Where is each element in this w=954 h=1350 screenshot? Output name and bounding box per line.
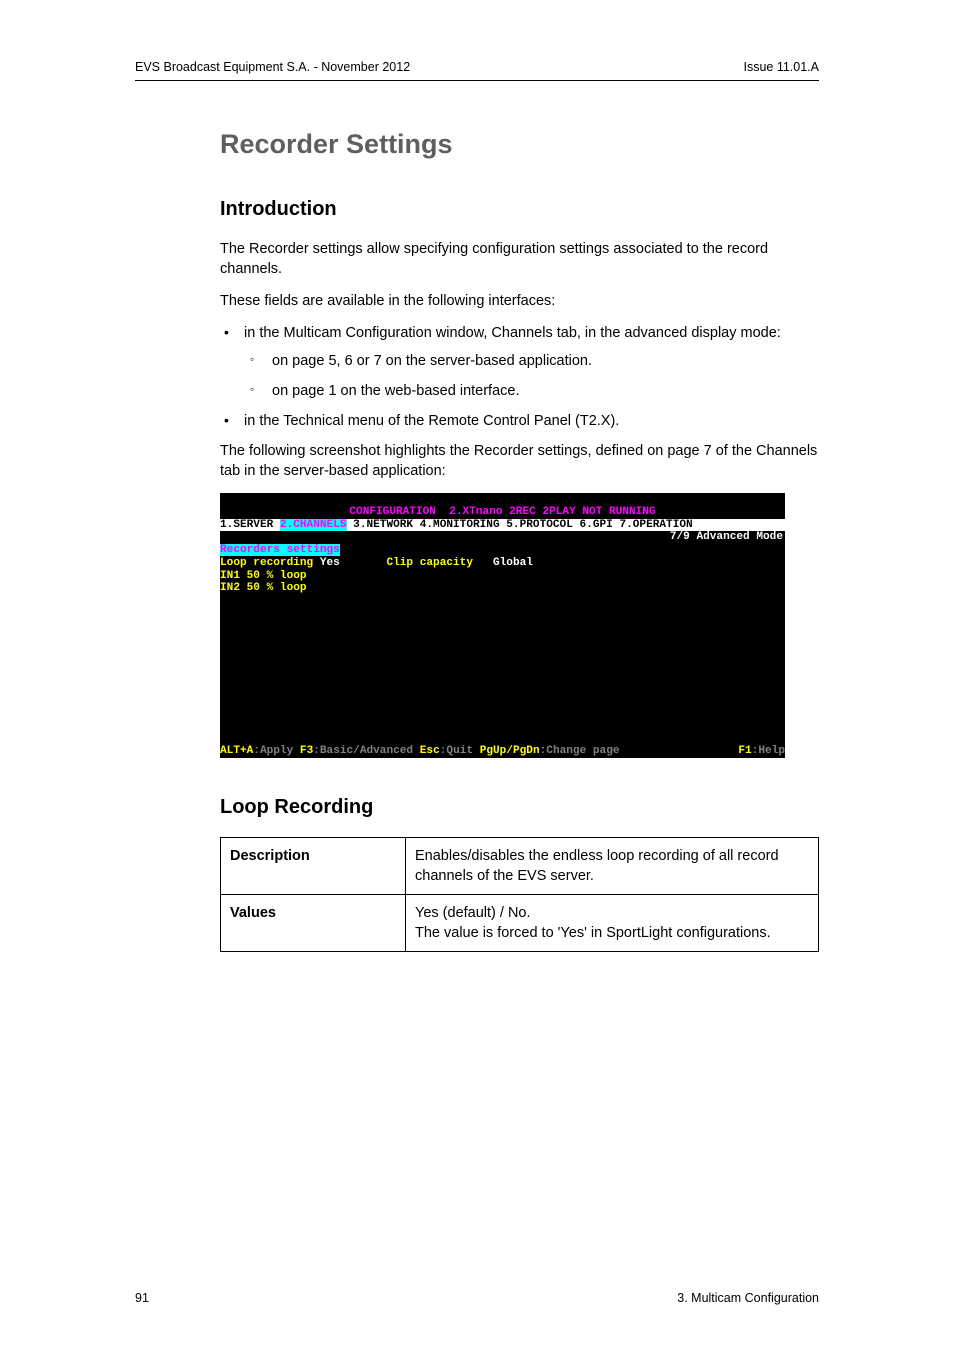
list-item-text: in the Multicam Configuration window, Ch… <box>244 325 781 341</box>
table-row: Values Yes (default) / No. The value is … <box>221 894 819 951</box>
list-item-text: on page 1 on the web-based interface. <box>272 383 519 399</box>
terminal-key: F1 <box>738 745 751 757</box>
terminal-key-desc: :Quit <box>440 745 480 757</box>
table-cell-value: Enables/disables the endless loop record… <box>406 837 819 894</box>
terminal-page-indicator: 7/9 Advanced Mode <box>220 531 785 544</box>
terminal-screenshot: CONFIGURATION 2.XTnano 2REC 2PLAY NOT RU… <box>220 493 785 758</box>
footer-page-number: 91 <box>135 1291 149 1305</box>
terminal-footer: ALT+A:Apply F3:Basic/Advanced Esc:Quit P… <box>220 745 785 758</box>
table-cell-label: Values <box>221 894 406 951</box>
table-cell-value: Yes (default) / No. The value is forced … <box>406 894 819 951</box>
terminal-menu-right: 3.NETWORK 4.MONITORING 5.PROTOCOL 6.GPI … <box>347 519 693 531</box>
list-item: in the Technical menu of the Remote Cont… <box>220 411 819 431</box>
bullet-list: in the Multicam Configuration window, Ch… <box>220 323 819 431</box>
terminal-key: ALT+A <box>220 745 253 757</box>
terminal-empty <box>220 595 785 745</box>
page: EVS Broadcast Equipment S.A. - November … <box>0 0 954 1350</box>
terminal-key-desc: :Basic/Advanced <box>313 745 420 757</box>
header-right: Issue 11.01.A <box>743 60 819 74</box>
list-item: on page 1 on the web-based interface. <box>244 381 819 401</box>
terminal-key: F3 <box>300 745 313 757</box>
terminal-menu: 1.SERVER 2.CHANNELS 3.NETWORK 4.MONITORI… <box>220 519 785 532</box>
table-value-line: The value is forced to 'Yes' in SportLig… <box>415 925 771 941</box>
section-heading-loop-recording: Loop Recording <box>220 796 819 819</box>
paragraph: The Recorder settings allow specifying c… <box>220 239 819 279</box>
list-item: on page 5, 6 or 7 on the server-based ap… <box>244 351 819 371</box>
content-area: Recorder Settings Introduction The Recor… <box>220 129 819 952</box>
terminal-field-value: Yes <box>313 557 386 569</box>
table-value-line: Yes (default) / No. <box>415 905 531 921</box>
table-cell-label: Description <box>221 837 406 894</box>
terminal-line: Recorders settings <box>220 544 785 557</box>
terminal-field-label: Loop recording <box>220 557 313 569</box>
terminal-title: CONFIGURATION 2.XTnano 2REC 2PLAY NOT RU… <box>220 506 785 519</box>
page-title: Recorder Settings <box>220 129 819 160</box>
terminal-field: IN2 50 % loop <box>220 582 307 594</box>
nested-bullet-list: on page 5, 6 or 7 on the server-based ap… <box>244 351 819 401</box>
terminal-key-desc: :Change page <box>540 745 620 757</box>
table-row: Description Enables/disables the endless… <box>221 837 819 894</box>
page-header: EVS Broadcast Equipment S.A. - November … <box>135 60 819 81</box>
terminal-line: IN1 50 % loop <box>220 570 785 583</box>
list-item: in the Multicam Configuration window, Ch… <box>220 323 819 401</box>
terminal-key: PgUp/PgDn <box>480 745 540 757</box>
terminal-menu-selected: 2.CHANNELS <box>280 519 347 531</box>
terminal-section-label: Recorders settings <box>220 544 340 556</box>
terminal-key-desc: :Apply <box>253 745 300 757</box>
paragraph: The following screenshot highlights the … <box>220 441 819 481</box>
terminal-field-label: Clip capacity <box>386 557 493 569</box>
terminal-key: Esc <box>420 745 440 757</box>
terminal-field-value: Global <box>493 557 533 569</box>
definition-table: Description Enables/disables the endless… <box>220 837 819 952</box>
terminal-field: IN1 50 % loop <box>220 570 307 582</box>
list-item-text: on page 5, 6 or 7 on the server-based ap… <box>272 353 592 369</box>
terminal-menu-left: 1.SERVER <box>220 519 280 531</box>
terminal-line: IN2 50 % loop <box>220 582 785 595</box>
header-left: EVS Broadcast Equipment S.A. - November … <box>135 60 410 74</box>
list-item-text: in the Technical menu of the Remote Cont… <box>244 413 619 429</box>
terminal-line: Loop recording Yes Clip capacity Global <box>220 557 785 570</box>
section-heading-introduction: Introduction <box>220 198 819 221</box>
page-footer: 91 3. Multicam Configuration <box>135 1291 819 1305</box>
paragraph: These fields are available in the follow… <box>220 291 819 311</box>
footer-section: 3. Multicam Configuration <box>677 1291 819 1305</box>
terminal-key-desc: :Help <box>752 745 785 757</box>
